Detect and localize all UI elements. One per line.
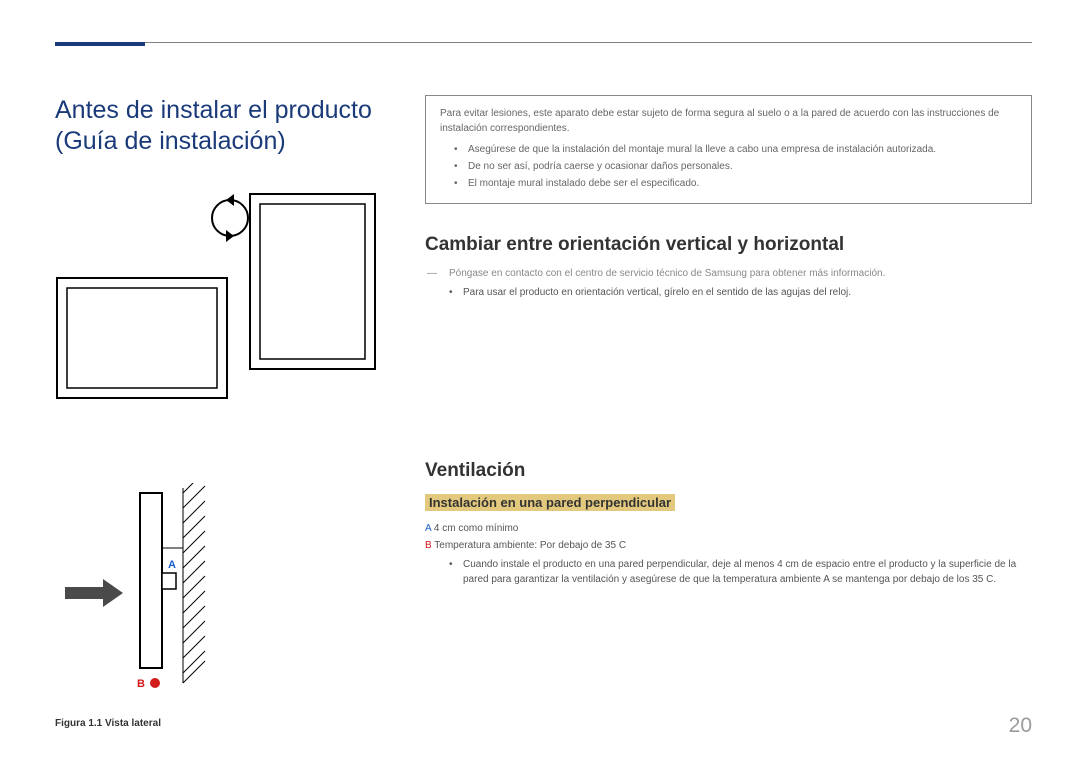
left-column: Antes de instalar el producto (Guía de i… (55, 95, 415, 729)
orientation-bullet: Para usar el producto en orientación ver… (463, 285, 1032, 300)
figure-caption: Figura 1.1 Vista lateral (55, 718, 415, 729)
ventilation-heading: Ventilación (425, 460, 1032, 482)
ventilation-section: Ventilación Instalación en una pared per… (425, 460, 1032, 587)
header-rule (55, 42, 1032, 43)
right-column: Para evitar lesiones, este aparato debe … (425, 95, 1032, 589)
spec-a-text: 4 cm como mínimo (431, 523, 518, 534)
page-number: 20 (1009, 714, 1032, 738)
warning-bullet: De no ser así, podría caerse y ocasionar… (468, 159, 1017, 174)
warning-bullet: Asegúrese de que la instalación del mont… (468, 142, 1017, 157)
page-title: Antes de instalar el producto (Guía de i… (55, 95, 415, 158)
orientation-note: Póngase en contacto con el centro de ser… (425, 268, 1032, 279)
ventilation-subheading: Instalación en una pared perpendicular (425, 494, 675, 511)
header-accent (55, 42, 145, 46)
diagram-label-b: B (137, 678, 145, 690)
side-view-icon: A B (55, 483, 255, 703)
label-b: B (425, 540, 432, 551)
warning-intro: Para evitar lesiones, este aparato debe … (440, 106, 1017, 136)
spec-line-b: B Temperatura ambiente: Por debajo de 35… (425, 540, 1032, 551)
warning-box: Para evitar lesiones, este aparato debe … (425, 95, 1032, 204)
diagram-label-a: A (168, 559, 176, 571)
orientation-diagram (55, 188, 415, 423)
ventilation-bullet: Cuando instale el producto en una pared … (463, 557, 1032, 587)
orientation-heading: Cambiar entre orientación vertical y hor… (425, 234, 1032, 256)
spec-b-text: Temperatura ambiente: Por debajo de 35 C (432, 540, 626, 551)
warning-bullet: El montaje mural instalado debe ser el e… (468, 176, 1017, 191)
screens-rotation-icon (55, 188, 395, 418)
side-view-diagram: A B Figura 1.1 Vista lateral (55, 483, 415, 729)
spec-line-a: A 4 cm como mínimo (425, 523, 1032, 534)
